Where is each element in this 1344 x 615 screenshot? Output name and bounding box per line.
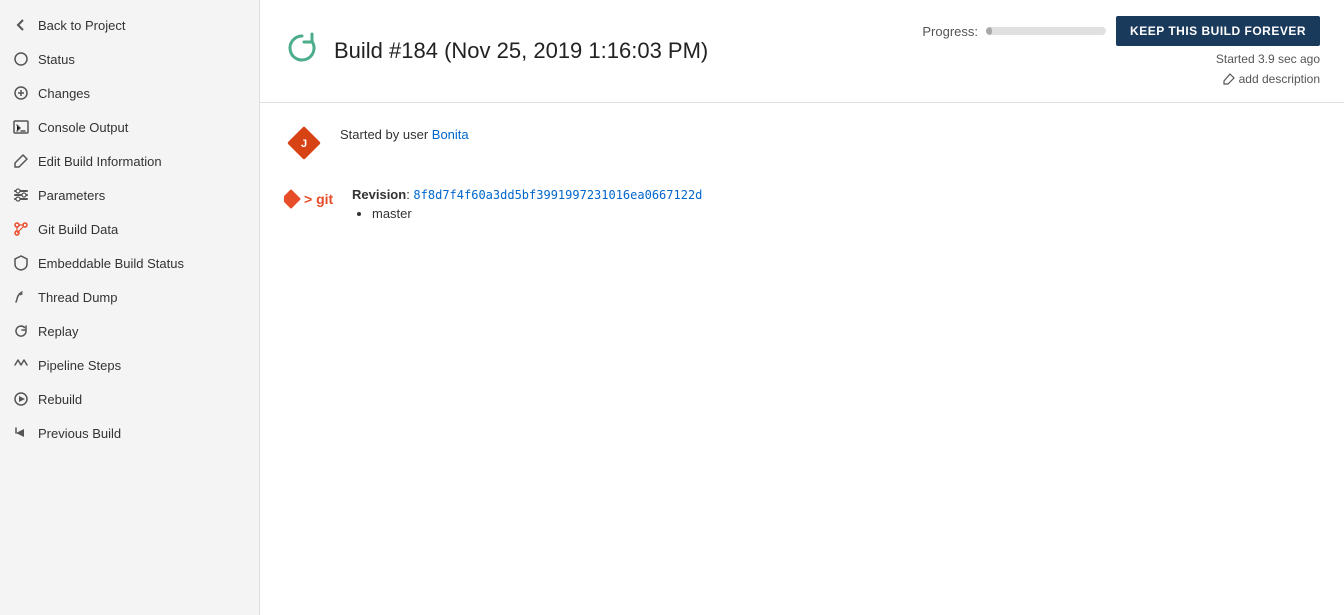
- edit-icon: [12, 152, 30, 170]
- shield-icon: [12, 254, 30, 272]
- sidebar-item-console-output[interactable]: Console Output: [0, 110, 259, 144]
- jenkins-logo: J: [284, 123, 324, 163]
- revision-line: Revision: 8f8d7f4f60a3dd5bf3991997231016…: [352, 187, 702, 202]
- user-link[interactable]: Bonita: [432, 127, 469, 142]
- sidebar-label-status: Status: [38, 52, 75, 67]
- svg-text:> git: > git: [304, 191, 334, 207]
- pipeline-icon: [12, 356, 30, 374]
- sidebar: Back to Project Status Changes Console O…: [0, 0, 260, 615]
- git-logo-icon: > git: [284, 187, 336, 211]
- keep-build-button[interactable]: KEEP THIS BUILD FOREVER: [1116, 16, 1320, 46]
- revision-label: Revision: [352, 187, 406, 202]
- thread-icon: [12, 288, 30, 306]
- progress-row: Progress:: [922, 24, 1106, 39]
- svg-text:J: J: [301, 138, 307, 150]
- changes-icon: [12, 84, 30, 102]
- sidebar-item-thread-dump[interactable]: Thread Dump: [0, 280, 259, 314]
- sidebar-item-changes[interactable]: Changes: [0, 76, 259, 110]
- header-left: Build #184 (Nov 25, 2019 1:16:03 PM): [284, 30, 708, 73]
- revision-info: Revision: 8f8d7f4f60a3dd5bf3991997231016…: [352, 183, 702, 221]
- sidebar-label-edit: Edit Build Information: [38, 154, 162, 169]
- parameters-icon: [12, 186, 30, 204]
- replay-icon: [12, 322, 30, 340]
- started-text: Started 3.9 sec ago: [1216, 52, 1320, 66]
- sidebar-item-edit-build-info[interactable]: Edit Build Information: [0, 144, 259, 178]
- build-title: Build #184 (Nov 25, 2019 1:16:03 PM): [334, 38, 708, 64]
- sidebar-label-parameters: Parameters: [38, 188, 105, 203]
- pencil-icon: [1223, 73, 1235, 85]
- main-content: Build #184 (Nov 25, 2019 1:16:03 PM) Pro…: [260, 0, 1344, 615]
- sidebar-label-thread-dump: Thread Dump: [38, 290, 117, 305]
- header-right: Progress: KEEP THIS BUILD FOREVER Starte…: [922, 16, 1320, 86]
- build-header: Build #184 (Nov 25, 2019 1:16:03 PM) Pro…: [260, 0, 1344, 103]
- sidebar-item-replay[interactable]: Replay: [0, 314, 259, 348]
- add-description-link[interactable]: add description: [1223, 72, 1320, 86]
- console-icon: [12, 118, 30, 136]
- sidebar-label-previous: Previous Build: [38, 426, 121, 441]
- rebuild-icon: [12, 390, 30, 408]
- refresh-icon: [284, 30, 320, 73]
- started-by-text: Started by user Bonita: [340, 123, 469, 142]
- git-data-icon: [12, 220, 30, 238]
- sidebar-label-changes: Changes: [38, 86, 90, 101]
- git-logo-svg: > git: [284, 187, 336, 211]
- revision-hash-link[interactable]: 8f8d7f4f60a3dd5bf3991997231016ea0667122d: [413, 188, 702, 202]
- progress-bar-fill: [986, 27, 992, 35]
- started-by-prefix: Started by user: [340, 127, 432, 142]
- progress-label: Progress:: [922, 24, 978, 39]
- sidebar-item-status[interactable]: Status: [0, 42, 259, 76]
- build-content: J Started by user Bonita > git Revis: [260, 103, 1344, 241]
- sidebar-item-embeddable-build-status[interactable]: Embeddable Build Status: [0, 246, 259, 280]
- progress-bar-track: [986, 27, 1106, 35]
- status-icon: [12, 50, 30, 68]
- back-label: Back to Project: [38, 18, 125, 33]
- sidebar-item-git-build-data[interactable]: Git Build Data: [0, 212, 259, 246]
- sidebar-label-rebuild: Rebuild: [38, 392, 82, 407]
- started-by-row: J Started by user Bonita: [284, 123, 1320, 163]
- sidebar-item-rebuild[interactable]: Rebuild: [0, 382, 259, 416]
- branch-item: master: [372, 206, 702, 221]
- back-to-project[interactable]: Back to Project: [0, 8, 259, 42]
- sidebar-label-replay: Replay: [38, 324, 78, 339]
- branch-list: master: [352, 206, 702, 221]
- sidebar-item-parameters[interactable]: Parameters: [0, 178, 259, 212]
- sidebar-label-embeddable: Embeddable Build Status: [38, 256, 184, 271]
- previous-icon: [12, 424, 30, 442]
- add-description-label: add description: [1239, 72, 1320, 86]
- revision-row: > git Revision: 8f8d7f4f60a3dd5bf3991997…: [284, 183, 1320, 221]
- sidebar-item-pipeline-steps[interactable]: Pipeline Steps: [0, 348, 259, 382]
- sidebar-item-previous-build[interactable]: Previous Build: [0, 416, 259, 450]
- sidebar-label-console: Console Output: [38, 120, 128, 135]
- jenkins-icon: J: [284, 123, 324, 163]
- sidebar-label-git-build-data: Git Build Data: [38, 222, 118, 237]
- sidebar-label-pipeline: Pipeline Steps: [38, 358, 121, 373]
- back-arrow-icon: [12, 16, 30, 34]
